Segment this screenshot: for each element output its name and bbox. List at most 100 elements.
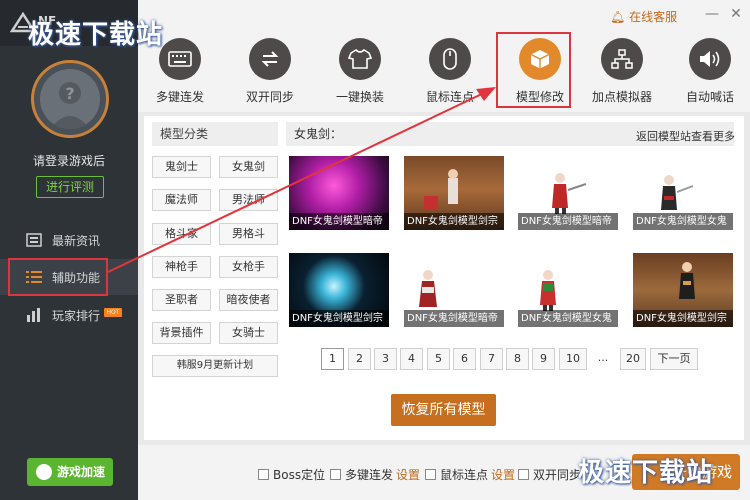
page-button[interactable]: 6 xyxy=(453,348,476,370)
page-ellipsis: ... xyxy=(597,351,609,364)
rocket-icon xyxy=(36,464,52,480)
tool-auto-shout[interactable]: 自动喊话 xyxy=(668,30,750,112)
page-button[interactable]: 4 xyxy=(400,348,423,370)
category-button[interactable]: 背景插件 xyxy=(152,322,211,344)
model-caption: DNF女鬼剑模型剑宗 xyxy=(404,213,504,230)
nav-item-news[interactable]: 最新资讯 xyxy=(0,222,138,258)
option-boss-locate[interactable]: Boss定位 xyxy=(258,466,325,483)
login-prompt: 请登录游戏后 xyxy=(32,154,105,168)
model-thumbnail[interactable]: DNF女鬼剑模型女鬼 xyxy=(633,156,733,230)
checkbox[interactable] xyxy=(425,469,436,480)
more-models-link[interactable]: 返回模型站查看更多 xyxy=(636,128,735,144)
option-dual-sync[interactable]: 双开同步 xyxy=(518,466,581,483)
tool-point-simulator[interactable]: 加点模拟器 xyxy=(580,30,664,112)
option-label: Boss定位 xyxy=(273,468,326,482)
minimize-button[interactable]: — xyxy=(704,6,720,22)
update-plan-button[interactable]: 韩服9月更新计划 xyxy=(152,355,278,377)
tool-mouse-click[interactable]: 鼠标连点 xyxy=(408,30,492,112)
category-button[interactable]: 男格斗 xyxy=(219,223,278,245)
hierarchy-icon xyxy=(611,49,633,69)
category-button[interactable]: 神枪手 xyxy=(152,256,211,278)
mouse-icon xyxy=(443,48,457,70)
checkbox[interactable] xyxy=(518,469,529,480)
model-thumbnail[interactable]: DNF女鬼剑模型剑宗 xyxy=(633,253,733,327)
cube-icon xyxy=(530,50,550,69)
online-service-label: 在线客服 xyxy=(629,10,678,24)
model-thumbnail[interactable]: DNF女鬼剑模型暗帝 xyxy=(289,156,389,230)
model-caption: DNF女鬼剑模型剑宗 xyxy=(633,310,733,327)
toolbar: 多键连发 双开同步 一键换装 鼠标连点 模型修改 加点模拟器 自动喊话 xyxy=(138,30,750,112)
model-caption: DNF女鬼剑模型暗帝 xyxy=(518,213,618,230)
watermark-top: 极速下载站 xyxy=(28,20,164,50)
online-service-link[interactable]: 🔔︎ 在线客服 xyxy=(610,8,677,25)
page-button[interactable]: 5 xyxy=(427,348,450,370)
tool-label: 模型修改 xyxy=(515,90,564,104)
nav-label: 玩家排行 xyxy=(52,309,101,323)
watermark-bottom: 极速下载站 xyxy=(578,458,714,488)
category-button[interactable]: 格斗家 xyxy=(152,223,211,245)
restore-all-models-button[interactable]: 恢复所有模型 xyxy=(391,394,496,426)
avatar-placeholder-icon: ? xyxy=(40,69,100,129)
category-button[interactable]: 女骑士 xyxy=(219,322,278,344)
hot-badge: HOT xyxy=(104,308,122,317)
nav-item-assist[interactable]: 辅助功能 xyxy=(0,259,138,295)
option-multi-key[interactable]: 多键连发 设置 xyxy=(330,466,420,483)
evaluate-button[interactable]: 进行评测 xyxy=(36,176,104,198)
bar-chart-icon xyxy=(27,308,40,322)
tool-label: 一键换装 xyxy=(335,90,384,104)
tool-model-edit[interactable]: 模型修改 xyxy=(498,30,582,112)
model-thumbnail[interactable]: DNF女鬼剑模型剑宗 xyxy=(289,253,389,327)
option-mouse-click[interactable]: 鼠标连点 设置 xyxy=(425,466,515,483)
category-button[interactable]: 男法师 xyxy=(219,189,278,211)
nav-label: 辅助功能 xyxy=(52,271,101,285)
category-header: 模型分类 xyxy=(152,122,278,146)
category-button[interactable]: 女枪手 xyxy=(219,256,278,278)
close-button[interactable]: ✕ xyxy=(728,6,744,22)
svg-text:?: ? xyxy=(65,84,74,103)
model-thumbnail[interactable]: DNF女鬼剑模型剑宗 xyxy=(404,156,504,230)
model-thumbnail[interactable]: DNF女鬼剑模型暗帝 xyxy=(404,253,504,327)
option-label: 双开同步 xyxy=(533,468,582,482)
model-caption: DNF女鬼剑模型女鬼 xyxy=(633,213,733,230)
page-button[interactable]: 3 xyxy=(374,348,397,370)
category-button[interactable]: 女鬼剑 xyxy=(219,156,278,178)
tool-dual-sync[interactable]: 双开同步 xyxy=(228,30,312,112)
tool-label: 自动喊话 xyxy=(685,90,734,104)
title-bar: 🔔︎ 在线客服 — ✕ xyxy=(138,0,750,30)
model-caption: DNF女鬼剑模型剑宗 xyxy=(289,310,389,327)
sync-arrows-icon xyxy=(261,51,279,67)
game-accelerate-button[interactable]: 游戏加速 xyxy=(27,458,113,486)
page-button[interactable]: 1 xyxy=(321,348,344,370)
tool-label: 双开同步 xyxy=(245,90,294,104)
page-button[interactable]: 20 xyxy=(620,348,646,370)
option-label: 鼠标连点 xyxy=(440,468,489,482)
category-button[interactable]: 暗夜使者 xyxy=(219,289,278,311)
tool-label: 多键连发 xyxy=(155,90,204,104)
settings-link[interactable]: 设置 xyxy=(491,468,515,482)
next-page-button[interactable]: 下一页 xyxy=(650,348,698,370)
model-caption: DNF女鬼剑模型暗帝 xyxy=(404,310,504,327)
category-button[interactable]: 魔法师 xyxy=(152,189,211,211)
keyboard-icon xyxy=(168,51,192,67)
page-button[interactable]: 2 xyxy=(348,348,371,370)
category-button[interactable]: 鬼剑士 xyxy=(152,156,211,178)
checkbox[interactable] xyxy=(258,469,269,480)
settings-link[interactable]: 设置 xyxy=(396,468,420,482)
accelerate-label: 游戏加速 xyxy=(57,465,106,479)
model-thumbnail[interactable]: DNF女鬼剑模型女鬼 xyxy=(518,253,618,327)
page-button[interactable]: 8 xyxy=(506,348,529,370)
tool-outfit-swap[interactable]: 一键换装 xyxy=(318,30,402,112)
checkbox[interactable] xyxy=(330,469,341,480)
shirt-icon xyxy=(348,48,372,69)
page-button[interactable]: 7 xyxy=(480,348,503,370)
category-button[interactable]: 圣职者 xyxy=(152,289,211,311)
bell-icon: 🔔︎ xyxy=(610,10,626,24)
nav-label: 最新资讯 xyxy=(52,234,101,248)
model-caption: DNF女鬼剑模型暗帝 xyxy=(289,213,389,230)
page-button[interactable]: 10 xyxy=(559,348,587,370)
page-button[interactable]: 9 xyxy=(532,348,555,370)
model-thumbnail[interactable]: DNF女鬼剑模型暗帝 xyxy=(518,156,618,230)
option-label: 多键连发 xyxy=(345,468,394,482)
sidebar: NF ? 请登录游戏后 进行评测 最新资讯 辅助功能 玩家排行 HOT 游戏加速 xyxy=(0,0,138,500)
avatar[interactable]: ? xyxy=(31,60,109,138)
